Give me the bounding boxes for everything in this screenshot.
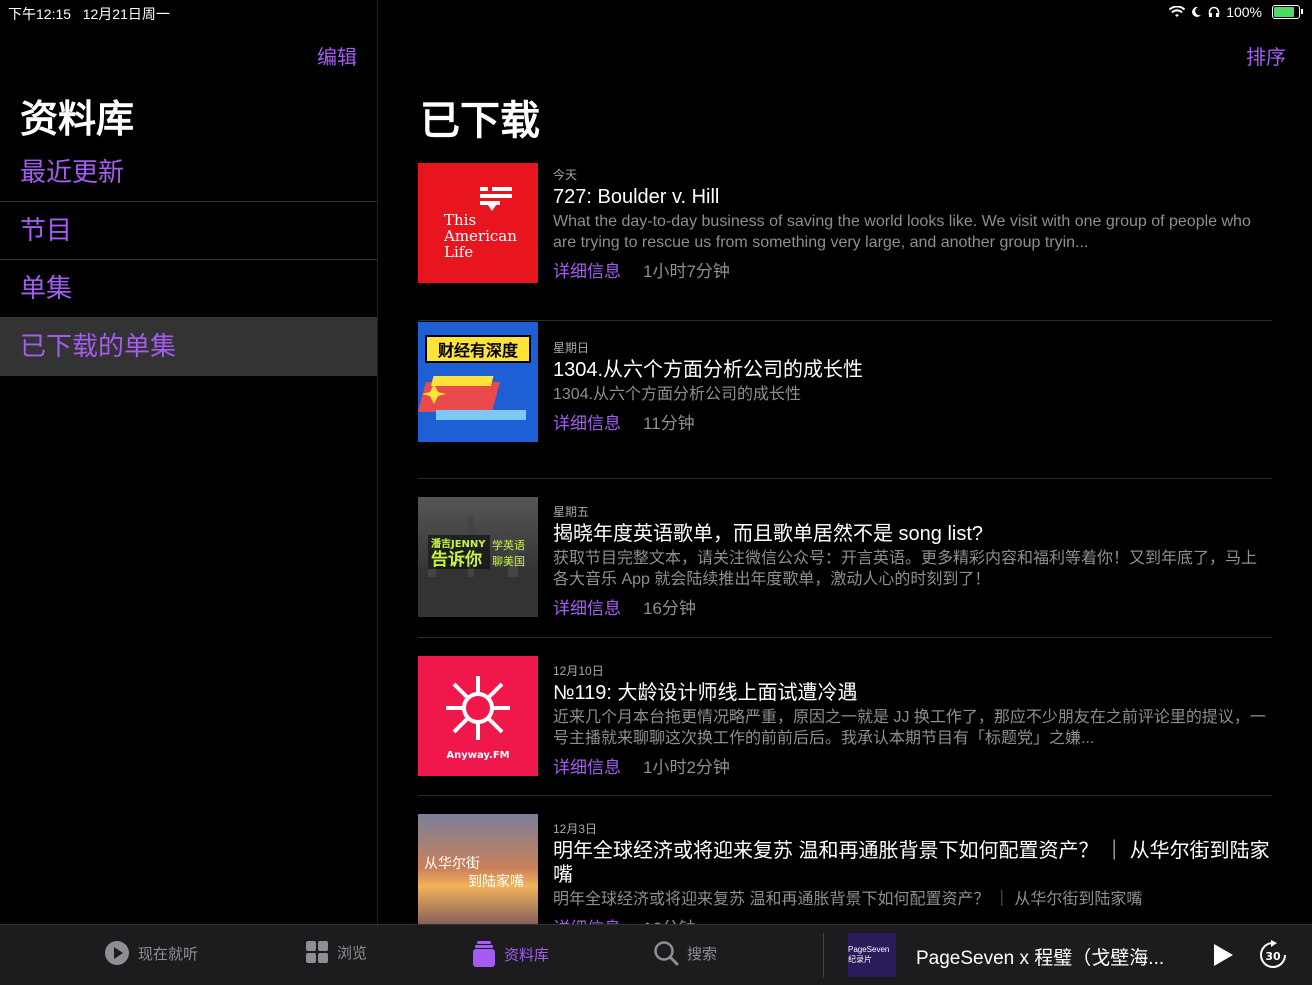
episode-title: 727: Boulder v. Hill: [553, 186, 720, 208]
details-link[interactable]: 详细信息: [553, 599, 621, 618]
episode-duration: 16分钟: [643, 599, 696, 618]
podcast-artwork: 财经有深度: [418, 322, 538, 442]
tabbar-divider: [823, 933, 824, 977]
jenny-artwork: 潘吉JENNY 告诉你 学英语 聊美国: [418, 517, 538, 617]
svg-text:到陆家嘴: 到陆家嘴: [468, 873, 524, 890]
podcast-artwork: This American Life: [418, 163, 538, 283]
episode-description: 获取节目完整文本，请关注微信公众号：开言英语。更多精彩内容和福利等着你！又到年底…: [553, 550, 1258, 588]
now-playing-title[interactable]: PageSeven x 程璧（戈壁海...: [916, 943, 1186, 970]
svg-text:告诉你: 告诉你: [431, 549, 482, 570]
tab-library[interactable]: 资料库: [472, 940, 549, 968]
svg-text:潘吉JENNY: 潘吉JENNY: [431, 537, 486, 550]
svg-text:Anyway.FM: Anyway.FM: [446, 750, 509, 761]
tab-label: 现在就听: [138, 945, 199, 963]
episode-row[interactable]: 财经有深度 星期日 1304.从六个方面分析公司的成长性 1304.从六个方面分…: [418, 321, 1272, 479]
podcast-artwork: 从华尔街 到陆家嘴: [418, 814, 538, 934]
search-icon: [654, 941, 679, 966]
tab-listen-now[interactable]: 现在就听: [104, 940, 198, 966]
svg-text:学英语: 学英语: [492, 538, 525, 552]
podcast-artwork: Anyway.FM: [418, 656, 538, 776]
tab-label: 搜索: [687, 945, 718, 963]
episode-row[interactable]: Anyway.FM 12月10日 №119: 大龄设计师线上面试遭冷遇 近来几个…: [418, 638, 1272, 796]
sidebar-title: 资料库: [20, 99, 135, 141]
tab-search[interactable]: 搜索: [653, 940, 717, 966]
episode-title: 1304.从六个方面分析公司的成长性: [553, 359, 864, 381]
sidebar-item-episodes[interactable]: 单集: [0, 260, 377, 318]
episode-duration: 1小时7分钟: [643, 262, 730, 281]
episode-date: 12月10日: [553, 664, 604, 678]
tab-label: 资料库: [504, 946, 550, 964]
details-link[interactable]: 详细信息: [553, 758, 621, 777]
tab-label: 浏览: [337, 944, 368, 962]
episode-row[interactable]: 潘吉JENNY 告诉你 学英语 聊美国 星期五 揭晓年度英语歌单，而且歌单居然不…: [418, 479, 1272, 638]
svg-text:Life: Life: [444, 243, 473, 261]
sidebar-item-downloaded[interactable]: 已下载的单集: [0, 318, 377, 376]
anyway-fm-logo: Anyway.FM: [446, 676, 510, 761]
play-circle-icon: [105, 941, 129, 965]
episode-title: 明年全球经济或将迎来复苏 温和再通胀背景下如何配置资产？ ｜ 从华尔街到陆家嘴: [553, 840, 1270, 886]
library-icon: [473, 941, 495, 967]
episode-description: 1304.从六个方面分析公司的成长性: [553, 386, 802, 403]
episode-description: What the day-to-day business of saving t…: [553, 213, 1251, 251]
tab-bar: 现在就听 浏览 资料库 搜索 PageSeven 纪录片 PageSeven x…: [0, 924, 1312, 985]
episode-date: 12月3日: [553, 822, 598, 836]
episode-duration: 1小时2分钟: [643, 758, 730, 777]
episode-date: 星期日: [553, 341, 590, 355]
episode-description: 近来几个月本台拖更情况略严重，原因之一就是 JJ 换工作了，那应不少朋友在之前评…: [553, 709, 1266, 747]
now-playing-artwork[interactable]: PageSeven 纪录片: [848, 933, 896, 977]
episode-title: №119: 大龄设计师线上面试遭冷遇: [553, 682, 858, 704]
podcast-artwork: 潘吉JENNY 告诉你 学英语 聊美国: [418, 497, 538, 617]
svg-text:财经有深度: 财经有深度: [437, 341, 519, 360]
sort-button[interactable]: 排序: [1246, 41, 1286, 70]
details-link[interactable]: 详细信息: [553, 414, 621, 433]
skip-forward-30-icon: 30: [1260, 940, 1286, 968]
svg-text:聊美国: 聊美国: [492, 554, 525, 568]
episode-row[interactable]: This American Life 今天 727: Boulder v. Hi…: [418, 162, 1272, 321]
skip-seconds: 30: [1265, 950, 1281, 963]
sidebar-item-recent[interactable]: 最近更新: [0, 144, 377, 202]
this-american-life-logo: This American Life: [443, 187, 517, 261]
page-title: 已下载: [420, 99, 540, 143]
caijing-artwork: 财经有深度: [418, 335, 531, 420]
svg-text:从华尔街: 从华尔街: [424, 856, 480, 872]
sidebar: 编辑 资料库 最近更新 节目 单集 已下载的单集: [0, 0, 378, 924]
play-icon: [1214, 944, 1233, 966]
episode-date: 星期五: [553, 505, 590, 519]
edit-button[interactable]: 编辑: [317, 41, 357, 70]
wallstreet-artwork: 从华尔街 到陆家嘴: [424, 856, 524, 890]
details-link[interactable]: 详细信息: [553, 262, 621, 281]
grid-icon: [306, 941, 328, 963]
main-content: 排序 已下载 This American Life 今天 727: Boulde…: [378, 0, 1312, 938]
episode-duration: 11分钟: [643, 414, 695, 433]
sidebar-item-shows[interactable]: 节目: [0, 202, 377, 260]
play-button[interactable]: [1212, 943, 1234, 972]
sidebar-nav: 最近更新 节目 单集 已下载的单集: [0, 144, 377, 376]
episode-date: 今天: [553, 168, 578, 182]
episode-list: This American Life 今天 727: Boulder v. Hi…: [418, 162, 1272, 946]
skip-forward-button[interactable]: 30: [1258, 939, 1288, 976]
tab-browse[interactable]: 浏览: [305, 940, 367, 964]
episode-title: 揭晓年度英语歌单，而且歌单居然不是 song list?: [553, 523, 984, 545]
episode-description: 明年全球经济或将迎来复苏 温和再通胀背景下如何配置资产？ ｜ 从华尔街到陆家嘴: [553, 891, 1143, 908]
